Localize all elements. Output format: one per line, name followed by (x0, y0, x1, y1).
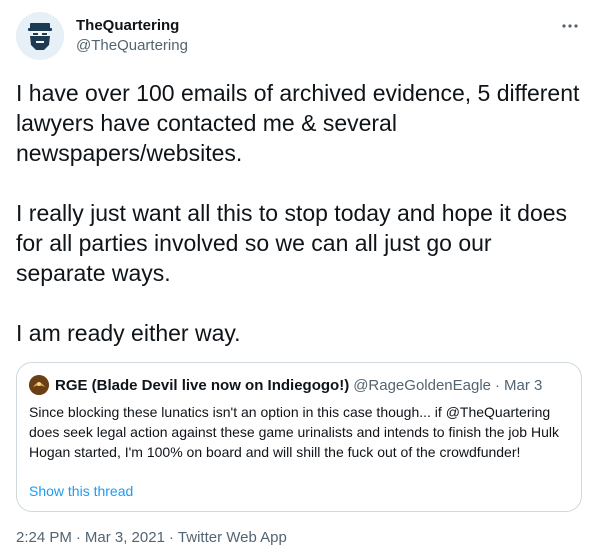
separator-dot: · (75, 529, 81, 546)
quoted-tweet-date[interactable]: Mar 3 (504, 377, 542, 394)
author-handle[interactable]: @TheQuartering (76, 36, 188, 56)
tweet-paragraph: I have over 100 emails of archived evide… (16, 80, 580, 166)
tweet-header: TheQuartering @TheQuartering (16, 12, 582, 60)
more-horizontal-icon (562, 24, 578, 28)
source-app-link[interactable]: Twitter Web App (178, 529, 287, 546)
author-display-name[interactable]: TheQuartering (76, 16, 188, 36)
quoted-author-display-name[interactable]: RGE (Blade Devil live now on Indiegogo!) (55, 377, 349, 394)
quoted-author-avatar[interactable] (29, 375, 49, 395)
show-thread-link[interactable]: Show this thread (29, 481, 133, 501)
quoted-tweet[interactable]: RGE (Blade Devil live now on Indiegogo!)… (16, 362, 582, 512)
tweet-metadata: 2:24 PM · Mar 3, 2021 · Twitter Web App (16, 528, 287, 548)
author-avatar[interactable] (16, 12, 64, 60)
tweet-paragraph: I am ready either way. (16, 320, 241, 346)
author-names: TheQuartering @TheQuartering (76, 16, 188, 56)
tweet-text: I have over 100 emails of archived evide… (16, 78, 586, 348)
more-options-button[interactable] (558, 14, 582, 38)
quoted-tweet-text: Since blocking these lunatics isn't an o… (29, 404, 559, 460)
quoted-tweet-header: RGE (Blade Devil live now on Indiegogo!)… (29, 374, 569, 396)
separator-dot: · (168, 529, 174, 546)
tweet-time[interactable]: 2:24 PM (16, 529, 72, 546)
quoted-author-handle[interactable]: @RageGoldenEagle (353, 377, 491, 394)
tweet-date[interactable]: Mar 3, 2021 (85, 529, 165, 546)
tweet-paragraph: I really just want all this to stop toda… (16, 200, 568, 286)
bearded-man-avatar-icon (16, 12, 64, 60)
eagle-avatar-icon (29, 375, 49, 395)
separator-dot: · (495, 376, 501, 394)
tweet-card: TheQuartering @TheQuartering I have over… (0, 0, 598, 560)
